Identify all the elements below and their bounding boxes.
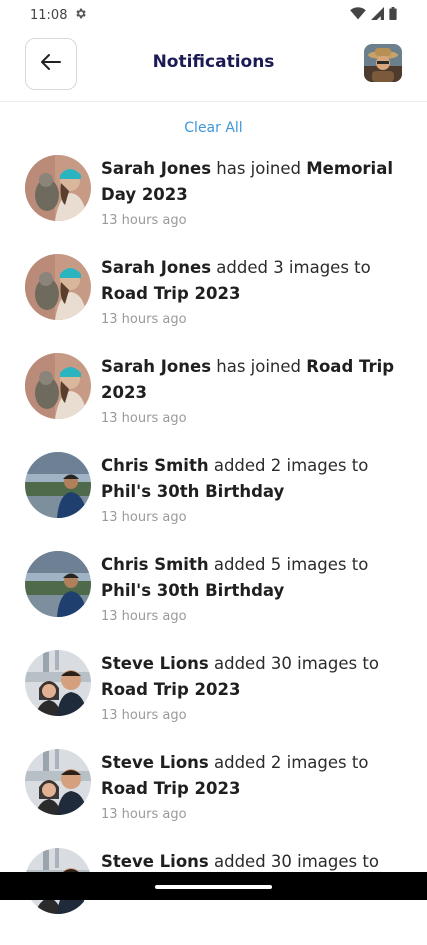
wifi-icon — [350, 6, 366, 24]
actor-name: Sarah Jones — [101, 258, 212, 277]
action-text: has joined — [211, 159, 307, 178]
timestamp: 13 hours ago — [101, 312, 187, 327]
notification-list: Sarah Jones has joined Memorial Day 2023… — [0, 153, 427, 945]
system-nav-bar — [0, 872, 427, 900]
timestamp: 13 hours ago — [101, 807, 187, 822]
notification-item[interactable]: Chris Smith added 5 images to Phil's 30t… — [0, 549, 427, 648]
user-avatar — [25, 155, 91, 221]
notification-text: Steve Lions added 30 images to Road Trip… — [101, 651, 401, 703]
notification-item[interactable]: Sarah Jones has joined Road Trip 2023 13 … — [0, 351, 427, 450]
notification-text: Chris Smith added 5 images to Phil's 30t… — [101, 552, 401, 604]
app-header: Notifications — [0, 30, 427, 102]
notification-text: Sarah Jones has joined Memorial Day 2023 — [101, 156, 401, 208]
user-avatar — [25, 254, 91, 320]
notification-text: Sarah Jones has joined Road Trip 2023 — [101, 354, 401, 406]
actor-name: Chris Smith — [101, 555, 209, 574]
notification-text: Chris Smith added 2 images to Phil's 30t… — [101, 453, 401, 505]
notification-item[interactable]: Steve Lions added 2 images to Road Trip … — [0, 747, 427, 846]
action-text: has joined — [211, 357, 307, 376]
user-avatar — [25, 551, 91, 617]
target-album: Road Trip 2023 — [101, 680, 241, 699]
signal-icon — [371, 6, 384, 24]
profile-avatar[interactable] — [364, 44, 402, 82]
target-album: Road Trip 2023 — [101, 779, 241, 798]
action-text: added 30 images to — [208, 852, 379, 871]
action-text: added 2 images to — [208, 456, 369, 475]
notification-text: Steve Lions added 2 images to Road Trip … — [101, 750, 401, 802]
action-text: added 5 images to — [208, 555, 369, 574]
user-avatar — [25, 650, 91, 716]
clear-all-button[interactable]: Clear All — [0, 120, 427, 136]
timestamp: 13 hours ago — [101, 510, 187, 525]
notification-item[interactable]: Chris Smith added 2 images to Phil's 30t… — [0, 450, 427, 549]
target-album: Phil's 30th Birthday — [101, 581, 285, 600]
status-time: 11:08 — [30, 7, 68, 23]
actor-name: Sarah Jones — [101, 159, 212, 178]
timestamp: 13 hours ago — [101, 609, 187, 624]
timestamp: 13 hours ago — [101, 708, 187, 723]
actor-name: Steve Lions — [101, 852, 209, 871]
actor-name: Sarah Jones — [101, 357, 212, 376]
home-handle[interactable] — [155, 885, 272, 889]
actor-name: Steve Lions — [101, 654, 209, 673]
notification-text: Sarah Jones added 3 images to Road Trip … — [101, 255, 401, 307]
notification-item[interactable]: Steve Lions added 30 images to Road Trip… — [0, 648, 427, 747]
battery-icon — [389, 6, 397, 24]
action-text: added 2 images to — [208, 753, 369, 772]
action-text: added 3 images to — [211, 258, 371, 277]
actor-name: Steve Lions — [101, 753, 209, 772]
timestamp: 13 hours ago — [101, 213, 187, 228]
target-album: Road Trip 2023 — [101, 284, 241, 303]
action-text: added 30 images to — [208, 654, 379, 673]
notification-item[interactable]: Sarah Jones added 3 images to Road Trip … — [0, 252, 427, 351]
settings-gear-icon — [74, 7, 87, 24]
user-avatar — [25, 749, 91, 815]
actor-name: Chris Smith — [101, 456, 209, 475]
target-album: Phil's 30th Birthday — [101, 482, 285, 501]
user-avatar — [25, 452, 91, 518]
timestamp: 13 hours ago — [101, 411, 187, 426]
notification-item[interactable]: Sarah Jones has joined Memorial Day 2023… — [0, 153, 427, 252]
user-avatar — [25, 353, 91, 419]
status-bar: 11:08 — [0, 0, 427, 30]
page-title: Notifications — [152, 52, 275, 72]
